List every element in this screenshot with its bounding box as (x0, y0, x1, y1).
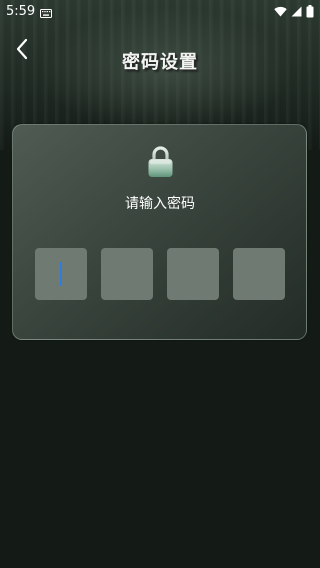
pin-input-row[interactable] (35, 248, 286, 300)
battery-icon (306, 5, 314, 22)
status-bar: 5:59 (0, 0, 320, 24)
pin-digit-3[interactable] (167, 248, 219, 300)
header: 密码设置 (0, 30, 320, 86)
lock-icon (147, 145, 174, 178)
pin-digit-2[interactable] (101, 248, 153, 300)
status-time: 5:59 (6, 4, 36, 19)
pin-digit-1[interactable] (35, 248, 87, 300)
signal-icon (291, 6, 302, 21)
pin-digit-4[interactable] (233, 248, 285, 300)
keyboard-icon (40, 7, 52, 22)
text-cursor (60, 262, 62, 286)
password-prompt: 请输入密码 (125, 196, 195, 212)
status-icons (274, 5, 314, 22)
wifi-icon (274, 6, 287, 21)
page-title: 密码设置 (122, 52, 198, 73)
